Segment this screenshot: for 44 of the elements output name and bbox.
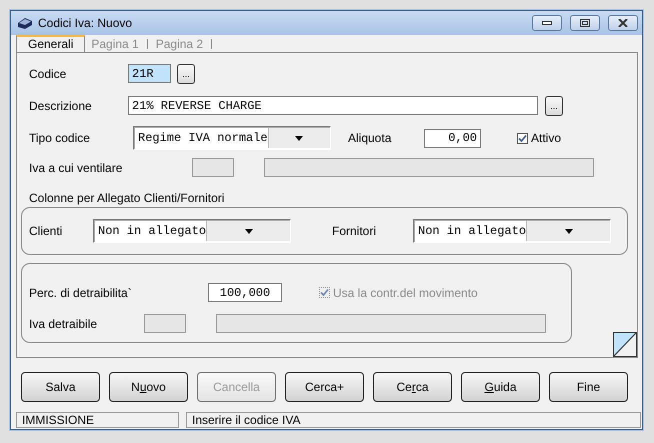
dropdown[interactable]: Non in allegato xyxy=(93,219,291,243)
action-button[interactable]: Fine xyxy=(549,372,628,402)
input-field[interactable]: 0,00 xyxy=(424,128,481,148)
action-button[interactable]: Cerca+ xyxy=(285,372,364,402)
field-label: Aliquota xyxy=(348,131,392,145)
minimize-button[interactable] xyxy=(532,15,562,31)
field-label: Tipo codice xyxy=(29,131,91,145)
lookup-button[interactable]: ... xyxy=(177,64,195,84)
dropdown[interactable]: Non in allegato xyxy=(413,219,611,243)
field-label: Descrizione xyxy=(29,98,93,112)
action-button[interactable]: Salva xyxy=(21,372,100,402)
input-field[interactable] xyxy=(144,314,186,333)
card-file-icon xyxy=(17,16,33,30)
checkbox-label: Usa la contr.del movimento xyxy=(333,286,478,300)
close-icon xyxy=(618,19,628,27)
status-message: Inserire il codice IVA xyxy=(186,412,641,428)
input-field[interactable]: 21R xyxy=(128,64,171,83)
field-label: Fornitori xyxy=(332,224,378,238)
maximize-button[interactable] xyxy=(570,15,600,31)
checkbox[interactable] xyxy=(517,132,528,144)
close-button[interactable] xyxy=(608,15,638,31)
checkbox-label: Attivo xyxy=(531,131,562,145)
input-field[interactable] xyxy=(216,314,546,333)
action-button[interactable]: Guida xyxy=(461,372,540,402)
input-field[interactable] xyxy=(264,158,594,177)
tab[interactable]: Generali xyxy=(16,35,86,52)
action-button[interactable]: Nuovo xyxy=(109,372,188,402)
field-label: Clienti xyxy=(29,224,64,238)
group-title: Colonne per Allegato Clienti/Fornitori xyxy=(29,191,226,205)
field-label: Codice xyxy=(29,66,68,80)
input-field[interactable]: 21% REVERSE CHARGE xyxy=(128,96,538,115)
page-corner-icon[interactable] xyxy=(613,332,637,357)
window-title: Codici Iva: Nuovo xyxy=(38,16,134,30)
status-mode: IMMISSIONE xyxy=(16,412,179,428)
minimize-icon xyxy=(542,21,552,25)
field-label: Iva a cui ventilare xyxy=(29,160,124,174)
dropdown[interactable]: Regime IVA normale xyxy=(133,126,331,150)
action-button[interactable]: Cerca xyxy=(373,372,452,402)
input-field[interactable] xyxy=(192,158,234,177)
maximize-icon xyxy=(580,19,590,27)
lookup-button[interactable]: ... xyxy=(545,96,563,116)
input-field[interactable]: 100,000 xyxy=(208,283,282,302)
field-label: Iva detraibile xyxy=(29,316,98,330)
field-label: Perc. di detraibilita` xyxy=(29,286,133,300)
